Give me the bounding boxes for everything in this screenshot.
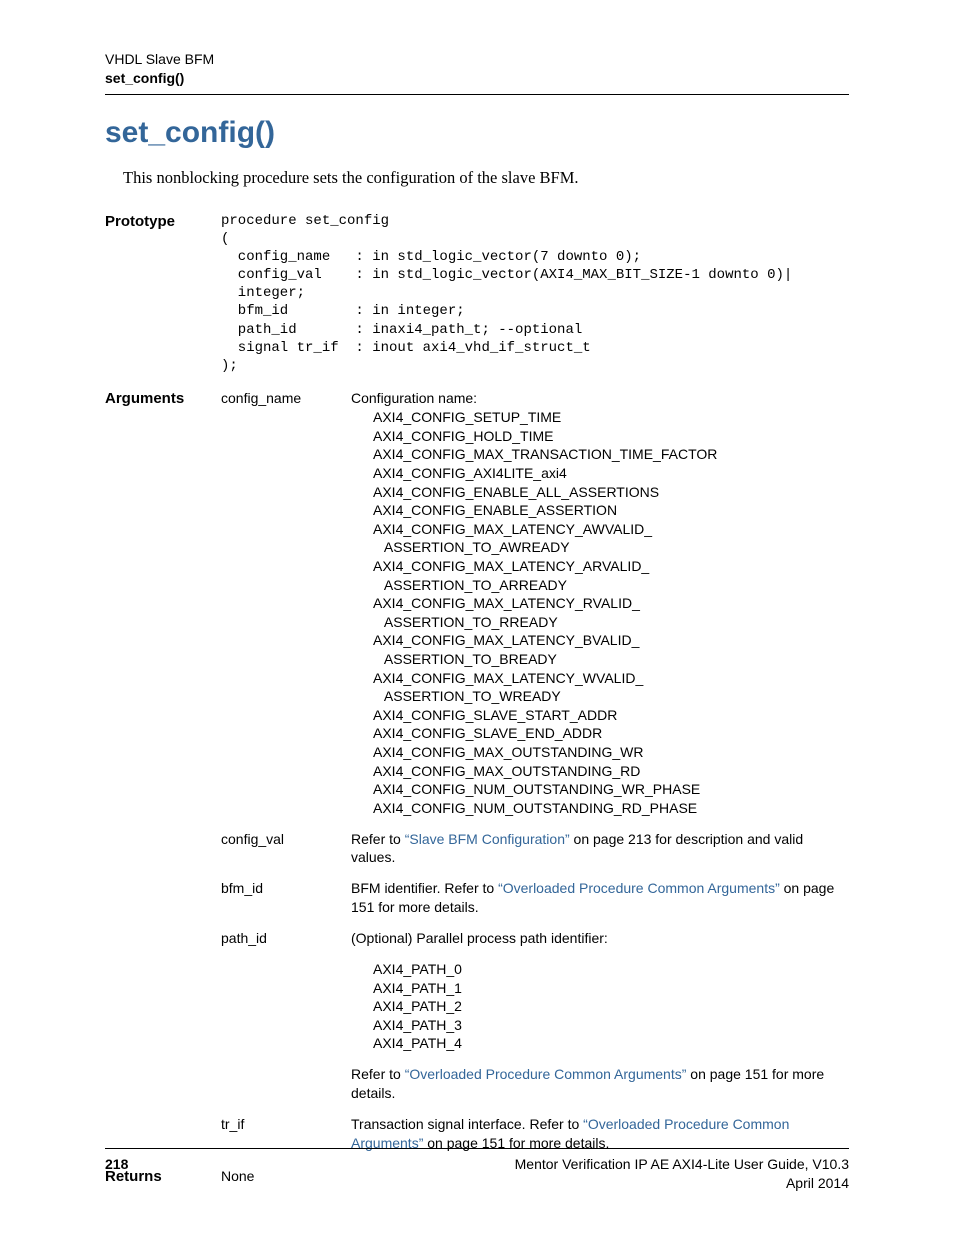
arg-desc-lead: (Optional) Parallel process path identif… [351,929,849,948]
arg-row-config-val: config_val Refer to “Slave BFM Configura… [221,830,849,868]
text: Transaction signal interface. Refer to [351,1116,583,1132]
arg-name: bfm_id [221,879,351,898]
arg-row-path-id: path_id (Optional) Parallel process path… [221,929,849,1103]
config-name-enum-list: AXI4_CONFIG_SETUP_TIME AXI4_CONFIG_HOLD_… [351,408,849,817]
prototype-label: Prototype [105,212,221,232]
arg-row-config-name: config_name Configuration name: AXI4_CON… [221,389,849,817]
arg-desc: Refer to “Slave BFM Configuration” on pa… [351,830,849,868]
path-id-enum-list: AXI4_PATH_0 AXI4_PATH_1 AXI4_PATH_2 AXI4… [351,960,849,1053]
header-context: VHDL Slave BFM [105,50,849,69]
prototype-row: Prototype procedure set_config ( config_… [105,212,849,376]
arg-name: config_val [221,830,351,849]
arg-row-tr-if: tr_if Transaction signal interface. Refe… [221,1115,849,1153]
footer-doc-title: Mentor Verification IP AE AXI4-Lite User… [515,1155,849,1174]
prototype-code-text: procedure set_config ( config_name : in … [221,213,792,375]
link-slave-bfm-configuration[interactable]: “Slave BFM Configuration” [405,831,570,847]
arg-row-bfm-id: bfm_id BFM identifier. Refer to “Overloa… [221,879,849,917]
arg-name: tr_if [221,1115,351,1134]
section-title: set_config() [105,113,849,154]
link-overloaded-args-2[interactable]: “Overloaded Procedure Common Arguments” [405,1066,687,1082]
text: BFM identifier. Refer to [351,880,498,896]
arguments-label: Arguments [105,389,221,1164]
link-overloaded-args-1[interactable]: “Overloaded Procedure Common Arguments” [498,880,780,896]
footer-date: April 2014 [515,1174,849,1193]
header-rule [105,94,849,95]
footer-rule [105,1148,849,1149]
arg-desc: BFM identifier. Refer to “Overloaded Pro… [351,879,849,917]
arg-name: path_id [221,929,351,948]
path-id-ref: Refer to “Overloaded Procedure Common Ar… [351,1065,849,1103]
page-number: 218 [105,1155,128,1193]
arg-desc: Transaction signal interface. Refer to “… [351,1115,849,1153]
arg-desc: Configuration name: AXI4_CONFIG_SETUP_TI… [351,389,849,817]
intro-paragraph: This nonblocking procedure sets the conf… [123,167,849,189]
page-header: VHDL Slave BFM set_config() [105,50,849,95]
page-footer: 218 Mentor Verification IP AE AXI4-Lite … [105,1148,849,1193]
arguments-table: Arguments config_name Configuration name… [105,389,849,1164]
arg-desc: (Optional) Parallel process path identif… [351,929,849,1103]
text: Refer to [351,1066,405,1082]
arg-desc-lead: Configuration name: [351,389,849,408]
header-function: set_config() [105,69,849,88]
prototype-code: procedure set_config ( config_name : in … [221,212,792,376]
arg-name: config_name [221,389,351,408]
text: Refer to [351,831,405,847]
